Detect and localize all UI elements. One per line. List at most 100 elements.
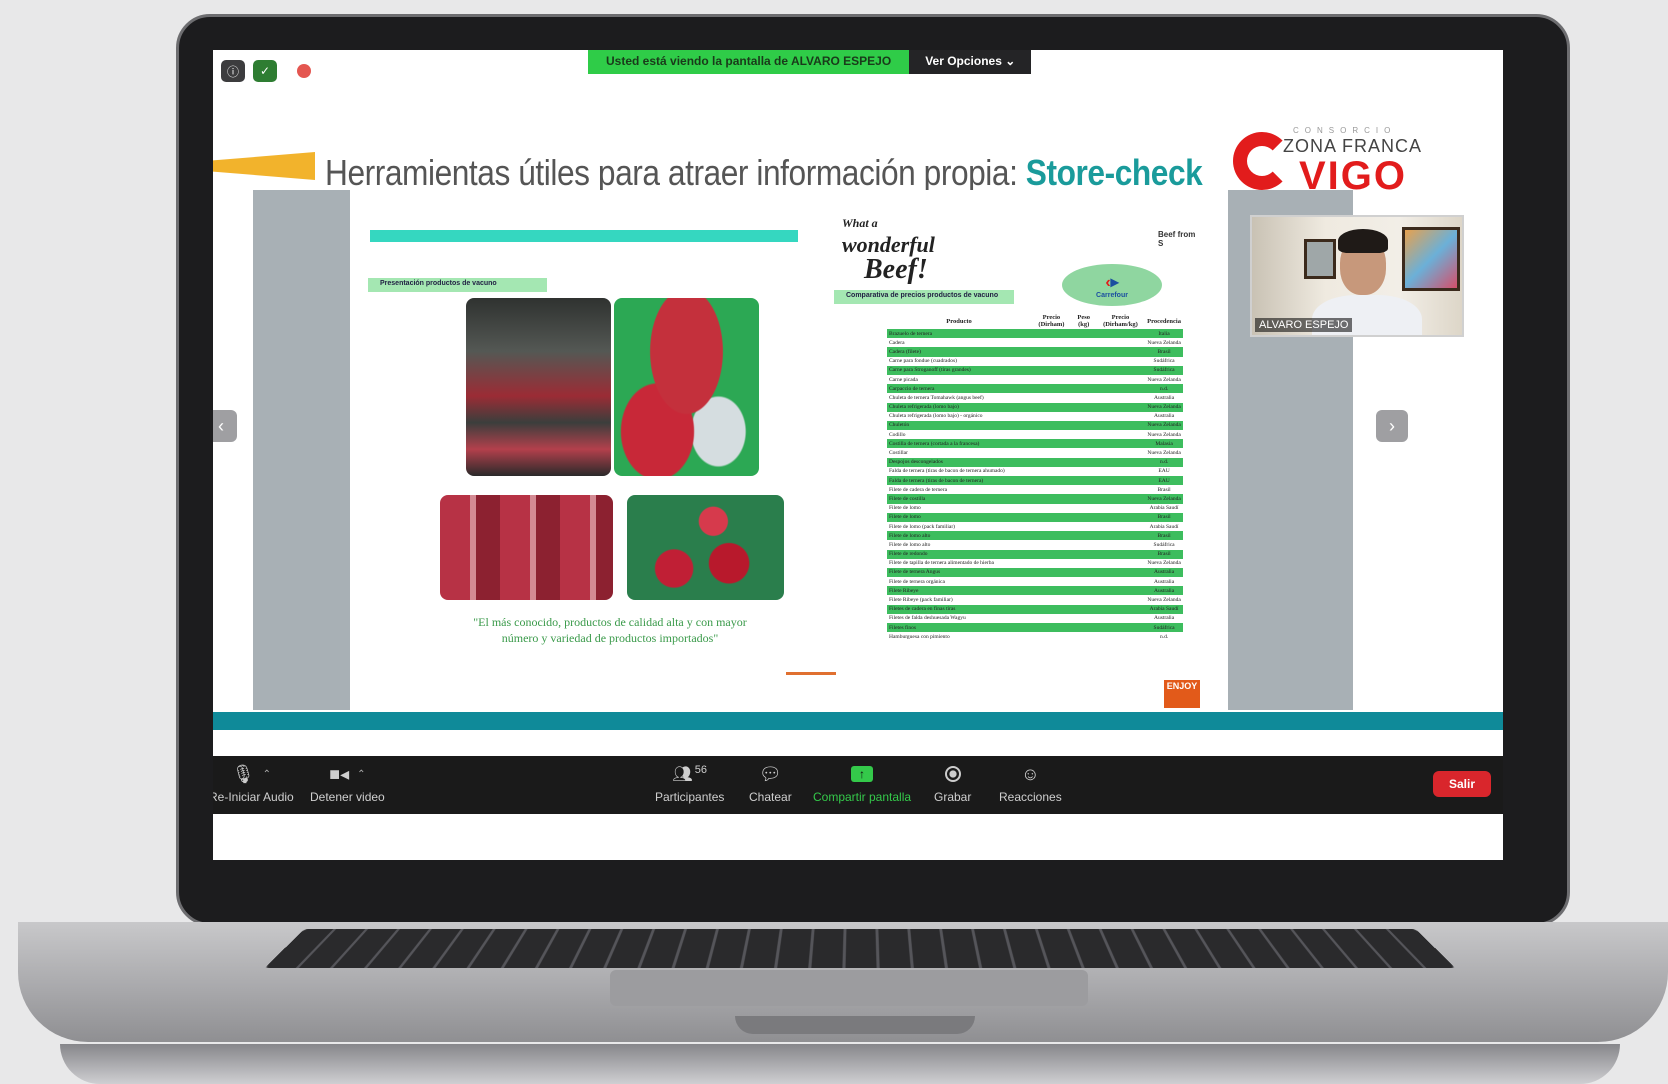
beef-logo-line1: What a [842, 216, 878, 230]
caret-up-icon[interactable]: ⌃ [357, 769, 365, 780]
table-cell: Brasil [1145, 549, 1183, 559]
table-cell [1096, 430, 1145, 439]
table-cell: Brasil [1145, 512, 1183, 522]
share-screen-button[interactable]: ↑ Compartir pantalla [813, 762, 911, 804]
table-cell: n.d. [1145, 457, 1183, 467]
table-cell [1072, 595, 1096, 604]
table-cell: Hamburguesa con pimiento [889, 633, 950, 640]
chat-label: Chatear [749, 790, 792, 804]
presenter-video-tile[interactable]: ALVARO ESPEJO [1250, 215, 1464, 337]
table-cell [1031, 476, 1072, 486]
table-cell [1096, 504, 1145, 513]
info-icon[interactable]: ⓘ [221, 60, 245, 82]
table-cell: Australia [1145, 567, 1183, 578]
slide-title-text: Herramientas útiles para atraer informac… [325, 152, 1026, 193]
table-cell [1071, 329, 1096, 339]
table-cell: Filetes de cadera en finas tiras [887, 604, 1031, 614]
chat-bubble-icon: 💬︎ [758, 763, 782, 784]
caret-up-icon[interactable]: ⌃ [263, 769, 271, 780]
table-cell [1031, 375, 1072, 384]
table-cell [1072, 338, 1096, 347]
video-button[interactable]: ■◂ ⌃ Detener video [310, 762, 385, 805]
table-row: Filete Ribeye Australia [887, 586, 1183, 596]
view-options-button[interactable]: Ver Opciones ⌄ [909, 50, 1032, 74]
table-header-row: Producto Precio (Dirham) Peso (kg) Preci… [887, 313, 1183, 329]
leave-meeting-button[interactable]: Salir [1432, 771, 1491, 797]
carrefour-label: Carrefour [1096, 291, 1128, 299]
table-row: Carne para Stroganoff (tiras grandes) Sud… [887, 365, 1183, 375]
section-tag-prices: Comparativa de precios productos de vacu… [834, 290, 1014, 304]
table-cell: Arabia Saudí [1145, 604, 1183, 614]
table-cell: Sudáfrica [1145, 365, 1183, 375]
table-cell: Filete Ribeye (pack familiar) [889, 597, 953, 604]
table-cell [1095, 567, 1146, 578]
table-cell [1071, 384, 1096, 394]
table-row: Filete de lomo Brasil [887, 512, 1183, 522]
participants-button[interactable]: 👥︎ 56 Participantes [655, 762, 724, 804]
carrefour-icon: ‹▸ [1105, 273, 1119, 291]
table-row: Chuleta refrigerada (lomo bajo) Nueva Zel… [887, 402, 1183, 412]
price-comparison-table: Producto Precio (Dirham) Peso (kg) Preci… [887, 313, 1183, 641]
table-cell: n.d. [1145, 384, 1183, 394]
table-header: Producto [946, 317, 972, 325]
table-cell: Malasia [1145, 439, 1183, 449]
smiley-icon: ☺︎ [1021, 763, 1040, 784]
table-row: Filete de lomo Arabia Saudí [887, 504, 1183, 513]
table-cell [1071, 567, 1096, 578]
beef-logo-line2: wonderful [842, 232, 935, 257]
next-page-button[interactable]: › [1376, 410, 1408, 442]
zoom-window: ⓘ ✓ Usted está viendo la pantalla de ALV… [213, 50, 1503, 860]
table-row: Brazuelo de ternera Italia [887, 329, 1183, 339]
decorative-dash [786, 672, 836, 675]
table-cell [1095, 586, 1146, 596]
beef-logo-line3: Beef! [864, 254, 928, 285]
table-cell [1031, 494, 1072, 504]
table-cell [1031, 577, 1072, 586]
table-cell: Sudáfrica [1153, 358, 1175, 365]
section-tag-products: Presentación productos de vacuno [368, 278, 547, 292]
table-cell [1096, 595, 1145, 604]
reactions-button[interactable]: ☺︎ Reacciones [999, 762, 1062, 805]
table-cell: Chuleta refrigerada (lomo bajo) [887, 402, 1031, 412]
table-row: Carne picada Nueva Zelanda [887, 375, 1183, 384]
table-cell [1031, 347, 1072, 357]
previous-page-button[interactable]: ‹ [213, 410, 237, 442]
table-cell [1031, 485, 1072, 494]
store-photo-meat-trays [440, 495, 613, 600]
table-cell [1072, 430, 1096, 439]
table-row: Filete de lomo (pack familiar) Arabia Sau… [887, 522, 1183, 531]
table-cell: Australia [1153, 394, 1175, 401]
chat-button[interactable]: 💬︎ Chatear [749, 762, 792, 805]
table-row: Chuletón Nueva Zelanda [887, 420, 1183, 431]
table-cell [1095, 439, 1146, 449]
store-photo-packaged-beef [614, 298, 759, 476]
table-cell [1031, 412, 1072, 421]
table-cell [1095, 604, 1146, 614]
table-cell [1071, 365, 1096, 375]
table-cell [1095, 531, 1146, 541]
title-accent-bar [213, 152, 315, 180]
table-cell [1071, 512, 1096, 522]
table-cell: Codillo [889, 431, 906, 438]
table-cell: Falda de ternera (tiras de bacon de tern… [887, 476, 1031, 486]
table-cell [1071, 531, 1096, 541]
table-row: Chuleta refrigerada (lomo bajo) - orgáni… [887, 412, 1183, 421]
table-row: Carne para fondue (cuadrados) Sudáfrica [887, 357, 1183, 366]
table-cell [1031, 448, 1072, 457]
table-cell: Filete de ternera orgánica [889, 578, 945, 585]
screen-share-banner: Usted está viendo la pantalla de ALVARO … [588, 50, 1032, 74]
security-shield-icon[interactable]: ✓ [253, 60, 277, 82]
table-cell [1031, 393, 1072, 402]
table-cell: Filete de ternera Angus [887, 567, 1031, 578]
table-row: Filete de lomo alto Brasil [887, 531, 1183, 541]
table-cell [1071, 420, 1096, 431]
table-cell [1072, 559, 1096, 568]
beef-from-logo: Beef from S [1158, 230, 1196, 248]
record-button[interactable]: Grabar [934, 762, 971, 804]
participants-count: 56 [694, 764, 707, 776]
table-cell [1031, 595, 1072, 604]
table-cell: Filetes finos [887, 623, 1031, 633]
table-cell [1095, 476, 1146, 486]
table-cell [1071, 347, 1096, 357]
audio-button[interactable]: 🎙︎ ⌃ Re-Iniciar Audio [213, 762, 294, 805]
